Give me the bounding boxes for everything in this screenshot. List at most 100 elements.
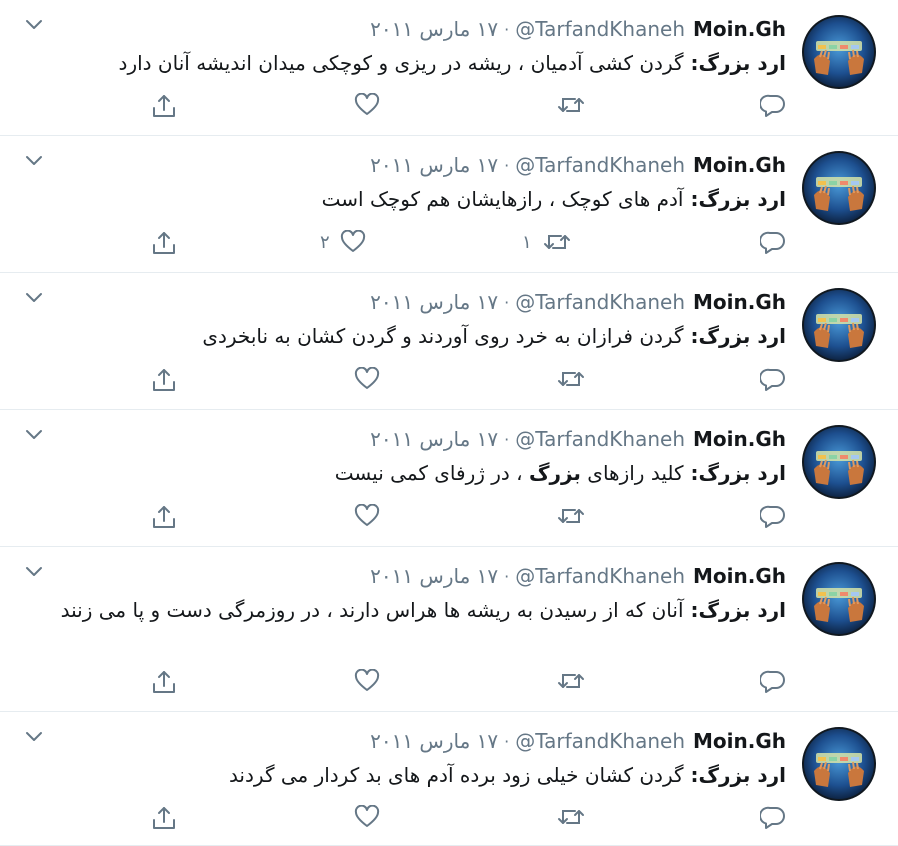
author-handle[interactable]: @TarfandKhaneh [515, 290, 685, 314]
author-name[interactable]: Moin.Gh [693, 564, 786, 588]
heart-icon[interactable] [354, 93, 380, 117]
separator-dot: · [504, 429, 510, 449]
retweet-icon[interactable] [556, 805, 586, 829]
reply-button[interactable] [760, 93, 786, 117]
reply-button[interactable] [760, 669, 786, 693]
tweet[interactable]: Moin.Gh @TarfandKhaneh · ۱۷ مارس ۲۰۱۱ ارد بز… [0, 273, 898, 410]
tweet[interactable]: Moin.Gh @TarfandKhaneh · ۱۷ مارس ۲۰۱۱ ارد بز… [0, 0, 898, 136]
separator-dot: · [504, 731, 510, 751]
like-button[interactable] [354, 504, 380, 528]
reply-icon[interactable] [760, 669, 786, 693]
heart-icon[interactable] [354, 669, 380, 693]
author-handle[interactable]: @TarfandKhaneh [515, 17, 685, 41]
retweet-icon[interactable] [556, 93, 586, 117]
like-button[interactable] [354, 367, 380, 391]
reply-icon[interactable] [760, 93, 786, 117]
tweet-date[interactable]: ۱۷ مارس ۲۰۱۱ [370, 153, 498, 177]
retweet-icon[interactable] [542, 230, 572, 254]
tweet-date[interactable]: ۱۷ مارس ۲۰۱۱ [370, 564, 498, 588]
chevron-down-icon[interactable] [24, 289, 44, 303]
share-icon[interactable] [151, 805, 177, 831]
retweet-button[interactable] [556, 367, 586, 391]
chevron-down-icon[interactable] [24, 152, 44, 166]
retweet-button[interactable] [556, 669, 586, 693]
share-button[interactable] [151, 669, 177, 695]
like-button[interactable] [354, 805, 380, 829]
avatar[interactable] [802, 562, 876, 636]
retweet-button[interactable] [556, 504, 586, 528]
tweet-text-bold: بزرگ [528, 461, 581, 485]
heart-icon[interactable] [354, 805, 380, 829]
reply-icon[interactable] [760, 230, 786, 254]
avatar[interactable] [802, 288, 876, 362]
tweet-text-run: آدم های کوچک ، رازهایشان هم کوچک است [321, 187, 684, 211]
author-handle[interactable]: @TarfandKhaneh [515, 153, 685, 177]
author-name[interactable]: Moin.Gh [693, 153, 786, 177]
retweet-icon[interactable] [556, 367, 586, 391]
tweet-date[interactable]: ۱۷ مارس ۲۰۱۱ [370, 290, 498, 314]
retweet-icon[interactable] [556, 669, 586, 693]
share-button[interactable] [151, 93, 177, 119]
author-name[interactable]: Moin.Gh [693, 729, 786, 753]
tweet-date[interactable]: ۱۷ مارس ۲۰۱۱ [370, 427, 498, 451]
reply-icon[interactable] [760, 805, 786, 829]
chevron-down-icon[interactable] [24, 16, 44, 30]
retweet-button[interactable] [556, 805, 586, 829]
separator-dot: · [504, 292, 510, 312]
chevron-down-icon[interactable] [24, 426, 44, 440]
heart-icon[interactable] [354, 504, 380, 528]
tweet-header: Moin.Gh @TarfandKhaneh · ۱۷ مارس ۲۰۱۱ [370, 288, 786, 316]
tweet-text: ارد بزرگ: گردن کشان خیلی زود برده آدم ها… [28, 760, 786, 791]
tweet-text-bold: ارد بزرگ: [683, 763, 786, 787]
like-button[interactable] [354, 93, 380, 117]
tweet-actions [0, 669, 898, 695]
retweet-icon[interactable] [556, 504, 586, 528]
retweet-button[interactable] [556, 93, 586, 117]
tweet-text: ارد بزرگ: کلید رازهای بزرگ ، در ژرفای کم… [28, 458, 786, 489]
tweet-date[interactable]: ۱۷ مارس ۲۰۱۱ [370, 17, 498, 41]
heart-icon[interactable] [354, 367, 380, 391]
avatar[interactable] [802, 151, 876, 225]
tweet-actions [0, 504, 898, 530]
heart-icon[interactable] [340, 230, 366, 254]
author-name[interactable]: Moin.Gh [693, 290, 786, 314]
share-button[interactable] [151, 230, 177, 256]
author-name[interactable]: Moin.Gh [693, 17, 786, 41]
author-handle[interactable]: @TarfandKhaneh [515, 427, 685, 451]
avatar[interactable] [802, 727, 876, 801]
reply-button[interactable] [760, 367, 786, 391]
reply-icon[interactable] [760, 504, 786, 528]
author-handle[interactable]: @TarfandKhaneh [515, 564, 685, 588]
author-handle[interactable]: @TarfandKhaneh [515, 729, 685, 753]
share-icon[interactable] [151, 367, 177, 393]
tweet[interactable]: Moin.Gh @TarfandKhaneh · ۱۷ مارس ۲۰۱۱ ارد بز… [0, 136, 898, 273]
avatar[interactable] [802, 15, 876, 89]
reply-button[interactable] [760, 504, 786, 528]
retweet-button[interactable]: ۱ [522, 230, 572, 254]
reply-button[interactable] [760, 805, 786, 829]
reply-icon[interactable] [760, 367, 786, 391]
tweet-header: Moin.Gh @TarfandKhaneh · ۱۷ مارس ۲۰۱۱ [370, 15, 786, 43]
chevron-down-icon[interactable] [24, 563, 44, 577]
share-button[interactable] [151, 805, 177, 831]
author-name[interactable]: Moin.Gh [693, 427, 786, 451]
share-button[interactable] [151, 504, 177, 530]
reply-button[interactable] [760, 230, 786, 254]
like-button[interactable]: ۲ [320, 230, 366, 254]
separator-dot: · [504, 566, 510, 586]
tweet-date[interactable]: ۱۷ مارس ۲۰۱۱ [370, 729, 498, 753]
tweet-text: ارد بزرگ: گردن کشی آدمیان ، ریشه در ریزی… [28, 48, 786, 79]
avatar[interactable] [802, 425, 876, 499]
share-icon[interactable] [151, 230, 177, 256]
tweet[interactable]: Moin.Gh @TarfandKhaneh · ۱۷ مارس ۲۰۱۱ ارد بز… [0, 712, 898, 846]
share-icon[interactable] [151, 669, 177, 695]
share-icon[interactable] [151, 504, 177, 530]
tweet-actions: ۱۲ [0, 230, 898, 256]
tweet[interactable]: Moin.Gh @TarfandKhaneh · ۱۷ مارس ۲۰۱۱ ارد بز… [0, 410, 898, 547]
like-count: ۲ [320, 231, 330, 253]
like-button[interactable] [354, 669, 380, 693]
tweet[interactable]: Moin.Gh @TarfandKhaneh · ۱۷ مارس ۲۰۱۱ ارد بز… [0, 547, 898, 712]
share-button[interactable] [151, 367, 177, 393]
share-icon[interactable] [151, 93, 177, 119]
chevron-down-icon[interactable] [24, 728, 44, 742]
